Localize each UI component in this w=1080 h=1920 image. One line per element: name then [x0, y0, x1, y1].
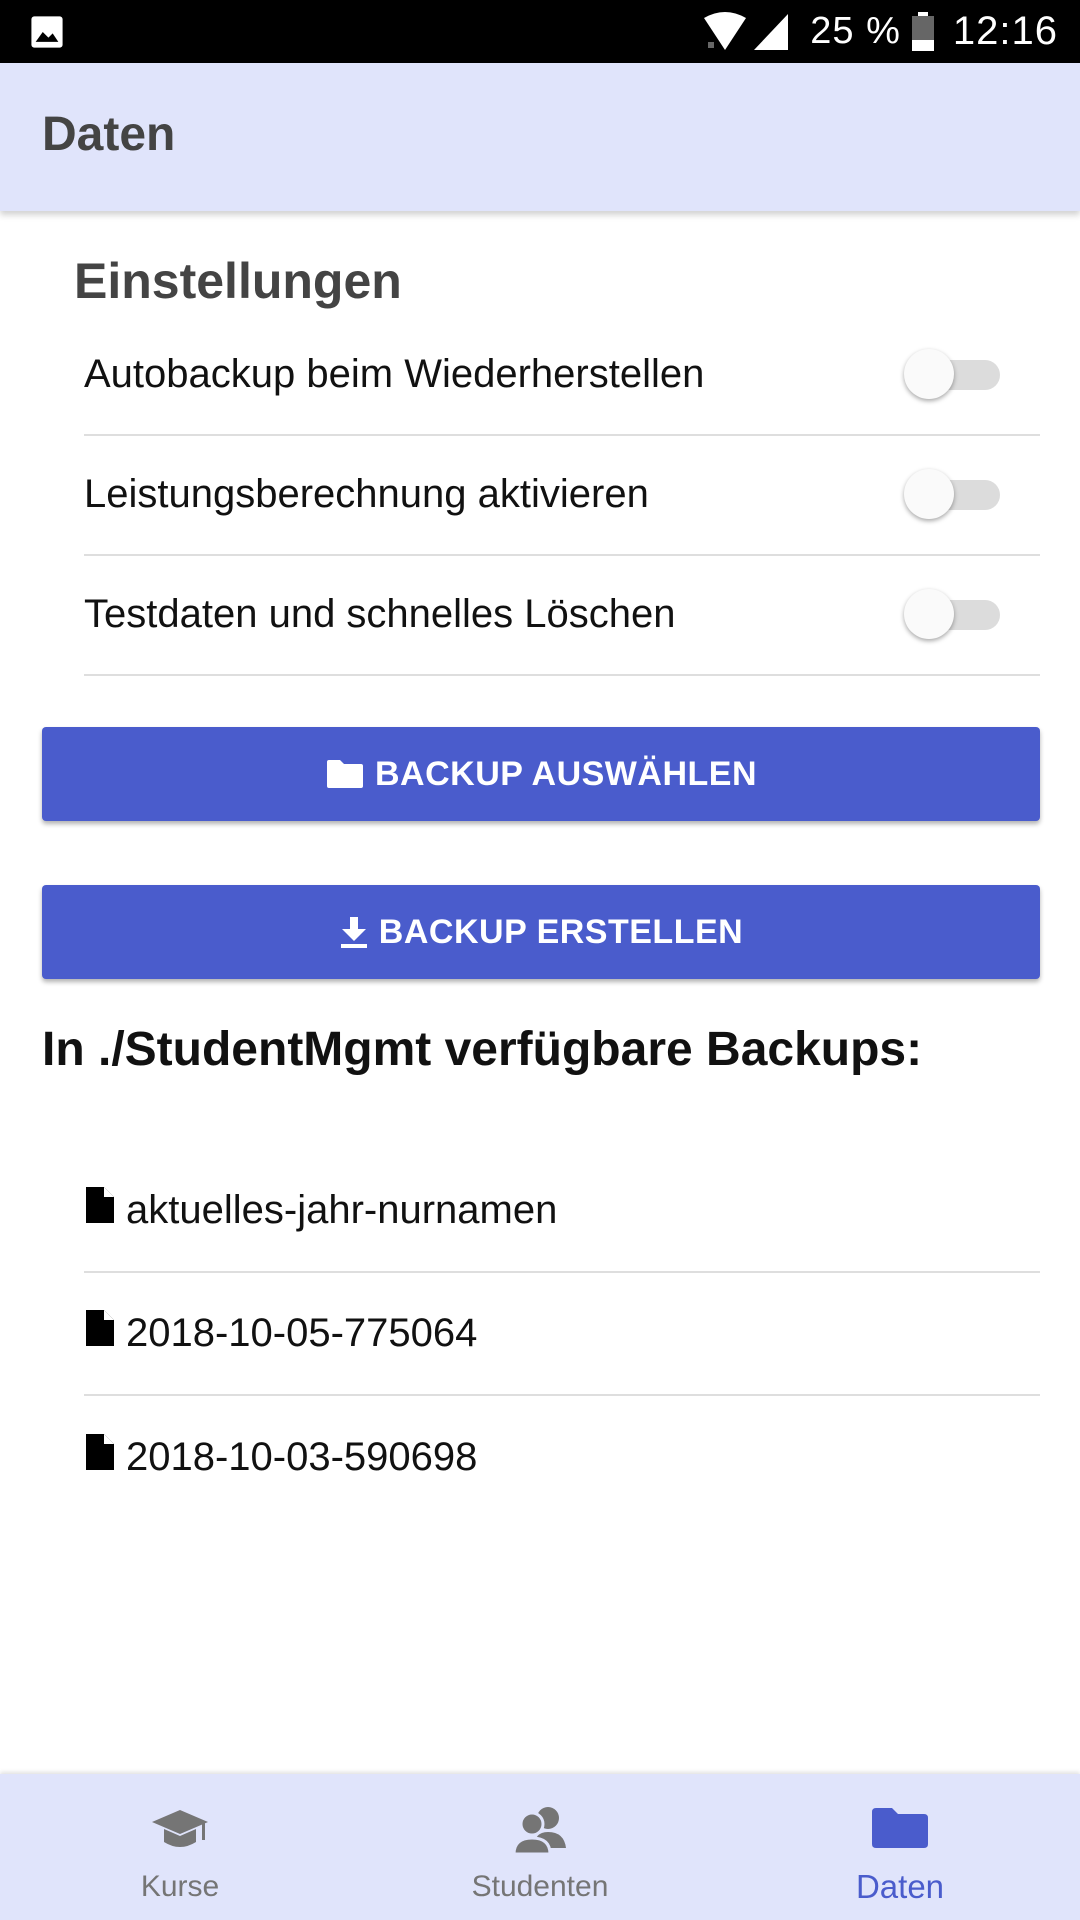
- testdaten-toggle[interactable]: [904, 589, 1000, 639]
- nav-item-kurse[interactable]: Kurse: [0, 1774, 360, 1920]
- autobackup-toggle[interactable]: [904, 349, 1000, 399]
- wifi-icon: [704, 11, 747, 50]
- create-backup-label: BACKUP ERSTELLEN: [378, 912, 744, 951]
- users-icon: [512, 1807, 566, 1856]
- nav-label: Kurse: [140, 1870, 220, 1903]
- folder-icon: [872, 1808, 928, 1848]
- image-icon: [31, 16, 63, 48]
- nav-item-daten[interactable]: Daten: [720, 1774, 1080, 1920]
- battery-icon: [911, 11, 934, 51]
- backup-list-item[interactable]: 2018-10-05-775064: [84, 1272, 1040, 1396]
- setting-row-leistungsberechnung: Leistungsberechnung aktivieren: [84, 434, 1040, 556]
- app-bar: Daten: [0, 63, 1080, 211]
- signal-icon: [754, 13, 789, 50]
- graduation-cap-icon: [152, 1810, 208, 1847]
- folder-icon: [327, 760, 363, 788]
- select-backup-label: BACKUP AUSWÄHLEN: [375, 754, 757, 793]
- setting-label: Autobackup beim Wiederherstellen: [84, 352, 705, 396]
- backup-list-item[interactable]: 2018-10-03-590698: [84, 1396, 1040, 1518]
- backup-file-name: aktuelles-jahr-nurnamen: [126, 1188, 558, 1232]
- backup-list-item[interactable]: aktuelles-jahr-nurnamen: [84, 1149, 1040, 1273]
- settings-title: Einstellungen: [74, 253, 402, 309]
- setting-row-autobackup: Autobackup beim Wiederherstellen: [84, 314, 1040, 436]
- battery-percent: 25 %: [810, 10, 901, 52]
- toggle-knob: [904, 589, 954, 639]
- file-icon: [86, 1187, 114, 1223]
- select-backup-button[interactable]: BACKUP AUSWÄHLEN: [42, 727, 1040, 821]
- file-icon: [86, 1434, 114, 1470]
- backup-file-name: 2018-10-05-775064: [126, 1311, 478, 1355]
- setting-label: Leistungsberechnung aktivieren: [84, 472, 649, 516]
- toggle-knob: [904, 469, 954, 519]
- setting-label: Testdaten und schnelles Löschen: [84, 592, 676, 636]
- status-bar: 25 % 12:16: [0, 0, 1080, 63]
- bottom-navigation: Kurse Studenten Daten: [0, 1774, 1080, 1920]
- file-icon: [86, 1310, 114, 1346]
- nav-label: Studenten: [471, 1870, 609, 1903]
- download-icon: [340, 917, 367, 948]
- page-title: Daten: [42, 108, 176, 161]
- toggle-knob: [904, 349, 954, 399]
- nav-item-studenten[interactable]: Studenten: [360, 1774, 720, 1920]
- backups-heading: In ./StudentMgmt verfügbare Backups:: [42, 1023, 923, 1076]
- nav-label: Daten: [855, 1868, 945, 1905]
- create-backup-button[interactable]: BACKUP ERSTELLEN: [42, 885, 1040, 979]
- leistungsberechnung-toggle[interactable]: [904, 469, 1000, 519]
- setting-row-testdaten: Testdaten und schnelles Löschen: [84, 554, 1040, 676]
- backup-file-name: 2018-10-03-590698: [126, 1435, 478, 1479]
- clock: 12:16: [952, 9, 1058, 53]
